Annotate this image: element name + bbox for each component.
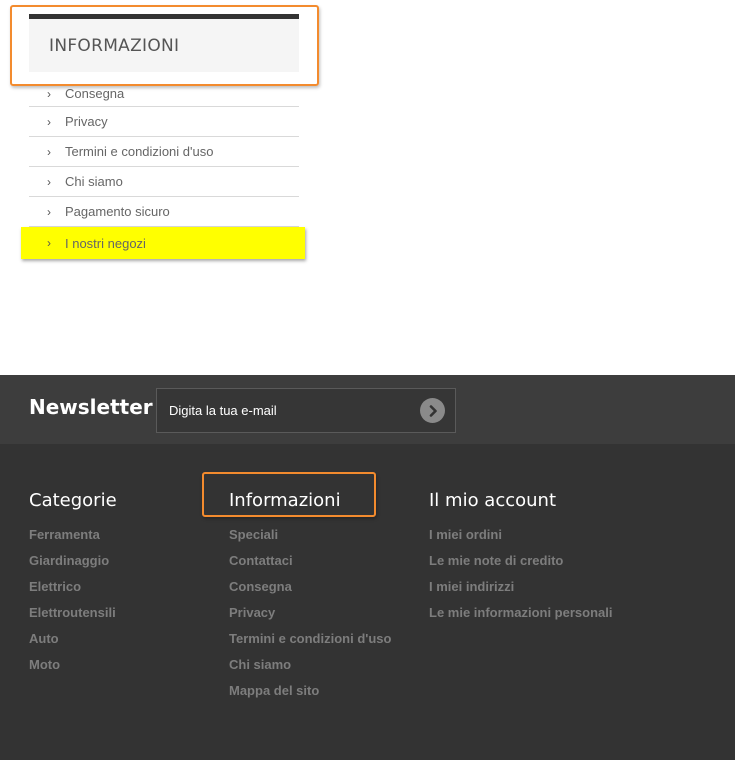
footer-link-list: Speciali Contattaci Consegna Privacy Ter… [229, 522, 391, 704]
footer-link-giardinaggio[interactable]: Giardinaggio [29, 548, 117, 574]
footer-link-ordini[interactable]: I miei ordini [429, 522, 612, 548]
info-item-privacy[interactable]: › Privacy [29, 107, 299, 137]
newsletter-bar: Newsletter [0, 375, 735, 444]
footer-link-contattaci[interactable]: Contattaci [229, 548, 391, 574]
info-item-label: Termini e condizioni d'uso [65, 144, 214, 159]
chevron-right-icon: › [47, 144, 51, 159]
footer-column-informazioni: Informazioni Speciali Contattaci Consegn… [229, 490, 391, 704]
footer-link-info-personali[interactable]: Le mie informazioni personali [429, 600, 612, 626]
info-block-header: INFORMAZIONI [29, 14, 299, 72]
footer-heading: Categorie [29, 490, 117, 511]
info-item-label: Chi siamo [65, 174, 123, 189]
info-item-pagamento-sicuro[interactable]: › Pagamento sicuro [29, 197, 299, 227]
info-block: INFORMAZIONI › Consegna › Privacy › Term… [21, 14, 305, 259]
footer-column-categorie: Categorie Ferramenta Giardinaggio Elettr… [29, 490, 117, 678]
newsletter-form [156, 388, 456, 433]
info-item-termini[interactable]: › Termini e condizioni d'uso [29, 137, 299, 167]
footer-link-elettroutensili[interactable]: Elettroutensili [29, 600, 117, 626]
newsletter-email-input[interactable] [157, 389, 417, 432]
footer-heading: Informazioni [229, 490, 341, 511]
info-item-consegna[interactable]: › Consegna [29, 81, 299, 107]
footer: Categorie Ferramenta Giardinaggio Elettr… [0, 444, 735, 760]
newsletter-submit-button[interactable] [420, 398, 445, 423]
footer-heading: Il mio account [429, 490, 557, 511]
info-item-label: Pagamento sicuro [65, 204, 170, 219]
footer-link-note-credito[interactable]: Le mie note di credito [429, 548, 612, 574]
footer-link-mappa-sito[interactable]: Mappa del sito [229, 678, 391, 704]
footer-link-list: I miei ordini Le mie note di credito I m… [429, 522, 612, 626]
footer-link-auto[interactable]: Auto [29, 626, 117, 652]
newsletter-title: Newsletter [29, 395, 153, 419]
chevron-right-icon: › [47, 174, 51, 189]
footer-link-elettrico[interactable]: Elettrico [29, 574, 117, 600]
footer-link-chi-siamo[interactable]: Chi siamo [229, 652, 391, 678]
info-block-list: › Consegna › Privacy › Termini e condizi… [21, 81, 305, 259]
footer-link-indirizzi[interactable]: I miei indirizzi [429, 574, 612, 600]
chevron-right-icon: › [47, 204, 51, 219]
footer-link-ferramenta[interactable]: Ferramenta [29, 522, 117, 548]
chevron-right-icon: › [47, 236, 51, 250]
footer-link-consegna[interactable]: Consegna [229, 574, 391, 600]
footer-link-moto[interactable]: Moto [29, 652, 117, 678]
chevron-right-icon: › [47, 86, 51, 101]
footer-link-speciali[interactable]: Speciali [229, 522, 391, 548]
chevron-right-icon: › [47, 114, 51, 129]
info-item-label: Consegna [65, 86, 125, 101]
footer-column-account: Il mio account I miei ordini Le mie note… [429, 490, 612, 626]
chevron-circle-right-icon [429, 404, 437, 417]
footer-link-termini[interactable]: Termini e condizioni d'uso [229, 626, 391, 652]
info-block-title: INFORMAZIONI [49, 35, 180, 56]
footer-link-privacy[interactable]: Privacy [229, 600, 391, 626]
info-item-nostri-negozi[interactable]: › I nostri negozi [21, 227, 305, 259]
footer-link-list: Ferramenta Giardinaggio Elettrico Elettr… [29, 522, 117, 678]
info-item-chi-siamo[interactable]: › Chi siamo [29, 167, 299, 197]
info-item-label: I nostri negozi [65, 235, 146, 251]
info-item-label: Privacy [65, 114, 108, 129]
